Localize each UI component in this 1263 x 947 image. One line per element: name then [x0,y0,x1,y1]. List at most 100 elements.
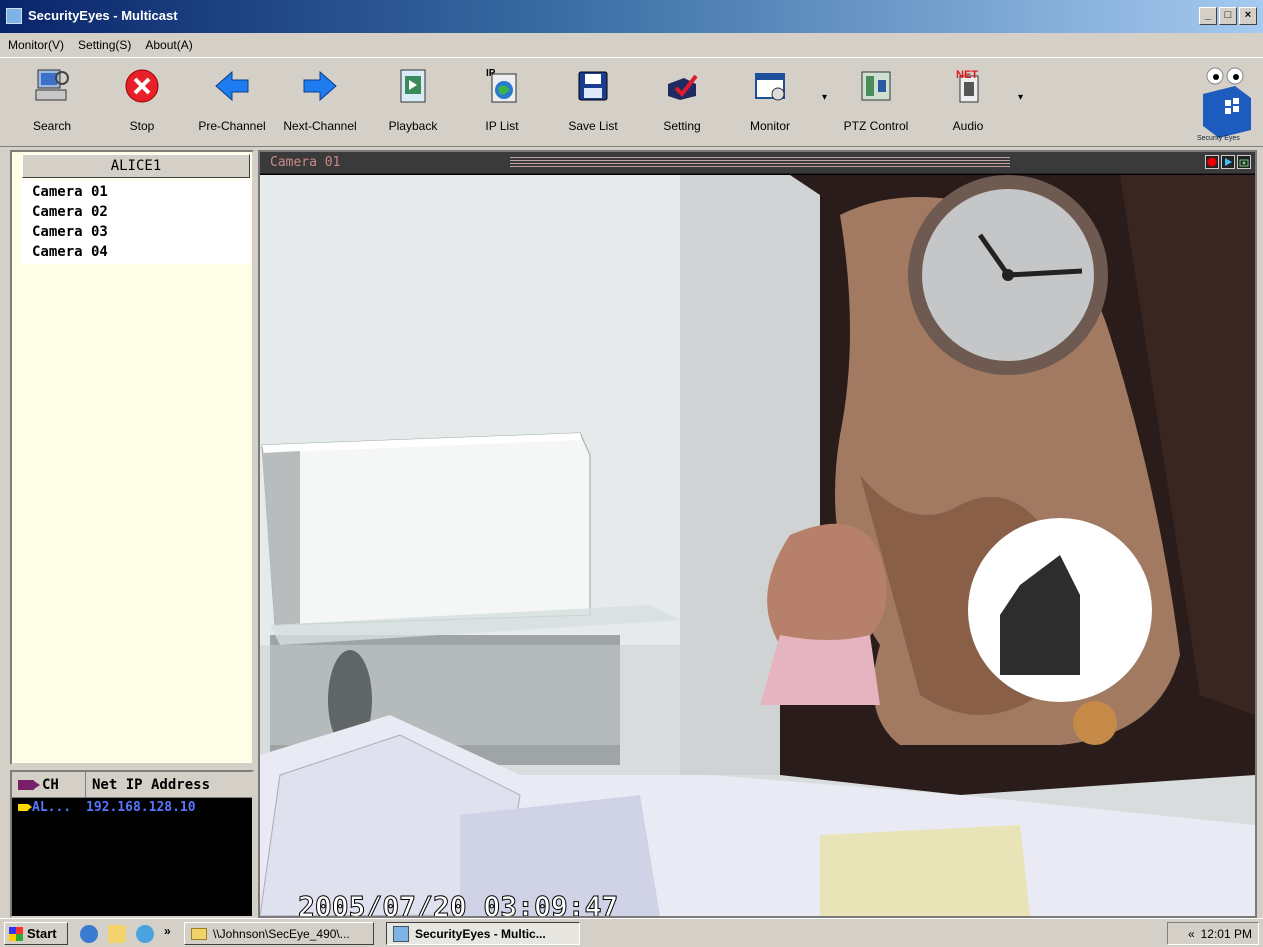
search-label: Search [32,119,72,133]
close-button[interactable]: × [1239,7,1257,25]
toolbar: Search Stop Pre-Channel Next-Channel Pla… [0,57,1263,147]
ip-badge: IP [486,68,496,79]
camera-feed[interactable]: 2005/07/20 03:09:47 [260,175,1255,916]
setting-button[interactable]: Setting [642,66,722,133]
system-tray: « 12:01 PM [1167,922,1259,945]
camera-controls [1205,155,1251,169]
channel-table: CH Net IP Address AL... 192.168.128.10 [10,770,254,918]
monitor-button[interactable]: Monitor [730,66,810,133]
start-label: Start [27,926,57,941]
quicklaunch-chevron[interactable]: » [164,924,171,938]
record-button[interactable] [1205,155,1219,169]
ie-quicklaunch-icon[interactable] [80,925,98,943]
window-title: SecurityEyes - Multicast [28,8,178,23]
monitor-dropdown-arrow-icon[interactable]: ▾ [822,92,827,103]
ip-list-button[interactable]: IP IP List [462,66,542,133]
audio-dropdown-arrow-icon[interactable]: ▾ [1018,92,1023,103]
security-eyes-logo: Security Eyes [1197,67,1251,142]
save-list-button[interactable]: Save List [553,66,633,133]
taskbar-item-label: SecurityEyes - Multic... [415,926,546,941]
next-channel-button[interactable]: Next-Channel [280,66,360,133]
folder-quicklaunch-icon[interactable] [108,925,126,943]
setting-checkmark-icon [668,74,698,100]
playback-icon [400,69,426,103]
taskbar-item-label: \\Johnson\SecEye_490\... [213,926,350,941]
camera-item[interactable]: Camera 03 [32,222,240,242]
camera-snapshot-icon [1239,159,1249,167]
camera-icon [18,779,40,790]
audio-button[interactable]: NET Audio [928,66,1008,133]
pre-channel-button[interactable]: Pre-Channel [192,66,272,133]
ptz-control-label: PTZ Control [843,119,909,133]
ch-column-label: CH [42,776,59,793]
app-window: SecurityEyes - Multicast _ □ × Monitor(V… [0,0,1263,947]
window-controls: _ □ × [1199,7,1257,25]
search-button[interactable]: Search [12,66,92,133]
folder-icon [191,927,207,940]
menu-about[interactable]: About(A) [145,38,192,52]
camera-item[interactable]: Camera 01 [32,182,240,202]
minimize-button[interactable]: _ [1199,7,1217,25]
play-button[interactable] [1221,155,1235,169]
logo-text: Security Eyes [1197,135,1240,142]
tray-chevron[interactable]: « [1188,927,1195,941]
net-badge: NET [956,69,978,81]
ch-column-header[interactable]: CH [12,772,86,797]
pre-channel-label: Pre-Channel [198,119,266,133]
start-button[interactable]: Start [4,922,68,945]
camera-list: Camera 01 Camera 02 Camera 03 Camera 04 [22,180,250,264]
setting-label: Setting [663,119,701,133]
arrow-right-icon [303,70,337,102]
taskbar: Start » \\Johnson\SecEye_490\... Securit… [0,918,1263,947]
audio-label: Audio [952,119,984,133]
next-channel-label: Next-Channel [283,119,357,133]
maximize-button[interactable]: □ [1219,7,1237,25]
channel-table-header: CH Net IP Address [12,772,252,798]
video-panel: Camera 01 2005/07/20 03:09:47 [258,150,1257,918]
play-icon [1225,158,1232,166]
ip-globe-icon: IP [486,68,517,103]
app-icon [393,925,409,942]
table-row[interactable]: AL... 192.168.128.10 [12,798,252,816]
playback-button[interactable]: Playback [373,66,453,133]
ch-value: AL... [32,799,72,815]
floppy-disk-icon [578,71,608,101]
camera-item[interactable]: Camera 02 [32,202,240,222]
ptz-panel-icon [861,71,891,101]
ip-value: 192.168.128.10 [86,799,196,815]
taskbar-item-securityeyes[interactable]: SecurityEyes - Multic... [386,922,580,945]
ptz-control-button[interactable]: PTZ Control [836,66,916,133]
playback-label: Playback [388,119,438,133]
search-computer-icon [35,69,69,101]
save-list-label: Save List [568,119,618,133]
camera-item[interactable]: Camera 04 [32,242,240,262]
taskbar-item-explorer[interactable]: \\Johnson\SecEye_490\... [184,922,374,945]
monitor-window-icon [755,73,785,101]
stop-icon [125,69,159,103]
device-tree-header[interactable]: ALICE1 [22,154,250,178]
title-stripes [510,157,1010,169]
stop-button[interactable]: Stop [102,66,182,133]
camera-icon [18,803,32,811]
menu-bar: Monitor(V) Setting(S) About(A) [0,33,1263,57]
arrow-left-icon [215,70,249,102]
ip-list-label: IP List [485,119,519,133]
audio-net-icon: NET [956,69,979,103]
menu-monitor[interactable]: Monitor(V) [8,38,64,52]
ch-cell: AL... [12,800,86,815]
media-quicklaunch-icon[interactable] [136,925,154,943]
camera-title-bar: Camera 01 [260,152,1255,174]
snapshot-button[interactable] [1237,155,1251,169]
video-timestamp: 2005/07/20 03:09:47 [298,890,618,916]
left-panel: ALICE1 Camera 01 Camera 02 Camera 03 Cam… [6,150,256,918]
camera-title: Camera 01 [270,155,341,170]
windows-flag-icon [9,926,23,941]
menu-setting[interactable]: Setting(S) [78,38,131,52]
ip-column-header[interactable]: Net IP Address [86,777,210,793]
stop-label: Stop [129,119,155,133]
clock[interactable]: 12:01 PM [1201,927,1252,941]
device-tree: ALICE1 Camera 01 Camera 02 Camera 03 Cam… [10,150,254,765]
title-bar: SecurityEyes - Multicast _ □ × [0,0,1263,33]
monitor-label: Monitor [749,119,790,133]
app-icon [6,8,22,24]
